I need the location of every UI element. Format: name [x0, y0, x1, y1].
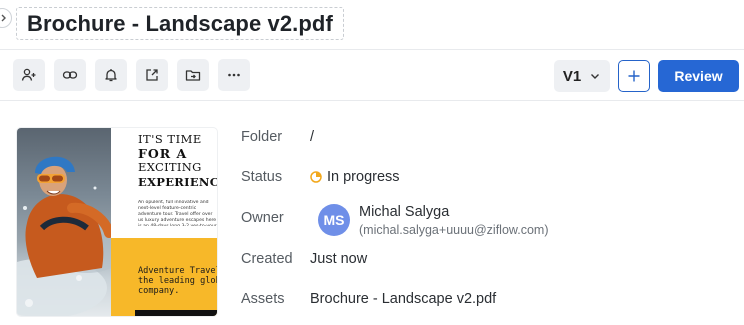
folder-move-icon — [185, 70, 201, 81]
copy-link-button[interactable] — [54, 59, 86, 91]
file-thumbnail[interactable]: IT'S TIME FOR A EXCITING EXPERIENCE An o… — [17, 128, 217, 316]
plus-icon — [628, 70, 640, 82]
detail-row-status: Status In progress — [241, 169, 400, 185]
thumbnail-heading-line: IT'S TIME — [138, 132, 202, 146]
owner-label: Owner — [241, 210, 284, 226]
add-user-icon — [21, 68, 36, 81]
link-icon — [62, 71, 78, 79]
thumbnail-tagline-line: company. — [138, 286, 180, 296]
created-value: Just now — [310, 251, 368, 267]
version-select[interactable]: V1 — [554, 60, 610, 92]
status-value: In progress — [310, 169, 400, 185]
thumbnail-heading-line: EXCITING — [138, 160, 202, 174]
add-version-button[interactable] — [618, 60, 650, 92]
thumbnail-heading-line: EXPERIENCE — [138, 174, 217, 189]
header-divider — [0, 49, 744, 50]
chevron-right-icon — [1, 14, 6, 22]
thumbnail-heading-line: FOR A — [138, 145, 188, 161]
version-label: V1 — [562, 67, 582, 85]
folder-label: Folder — [241, 129, 283, 145]
status-label: Status — [241, 169, 283, 185]
review-button[interactable]: Review — [658, 60, 739, 92]
share-icon — [146, 69, 158, 81]
avatar: MS — [318, 204, 350, 236]
detail-row-folder: Folder / — [241, 129, 314, 145]
thumbnail-tagline-line: the leading global tra — [138, 276, 217, 286]
created-label: Created — [241, 251, 293, 267]
detail-row-created: Created Just now — [241, 251, 367, 267]
share-button[interactable] — [136, 59, 168, 91]
collapse-panel-button[interactable] — [0, 8, 12, 28]
detail-row-assets: Assets Brochure - Landscape v2.pdf — [241, 291, 496, 307]
bell-icon — [105, 69, 117, 82]
chevron-down-icon — [591, 74, 600, 79]
assets-label: Assets — [241, 291, 285, 307]
owner-info: Michal Salyga (michal.salyga+uuuu@ziflow… — [359, 204, 549, 238]
more-icon — [228, 73, 240, 77]
assets-value[interactable]: Brochure - Landscape v2.pdf — [310, 291, 496, 307]
toolbar — [13, 59, 250, 91]
owner-email: (michal.salyga+uuuu@ziflow.com) — [359, 223, 549, 237]
thumbnail-photo — [17, 128, 111, 316]
file-title-field[interactable]: Brochure - Landscape v2.pdf — [16, 7, 344, 40]
thumbnail-tagline-line: Adventure Travel is — [138, 266, 217, 276]
thumbnail-bottom-strip — [135, 310, 217, 316]
toolbar-divider — [0, 100, 744, 101]
detail-row-owner: Owner MS Michal Salyga (michal.salyga+uu… — [241, 204, 549, 238]
page-title: Brochure - Landscape v2.pdf — [27, 10, 333, 36]
owner-name: Michal Salyga — [359, 204, 450, 220]
folder-value[interactable]: / — [310, 129, 314, 145]
more-options-button[interactable] — [218, 59, 250, 91]
move-to-folder-button[interactable] — [177, 59, 209, 91]
thumbnail-tagline: Adventure Travel is the leading global t… — [138, 266, 217, 296]
notifications-button[interactable] — [95, 59, 127, 91]
in-progress-icon — [310, 171, 322, 183]
add-user-button[interactable] — [13, 59, 45, 91]
status-text: In progress — [327, 169, 400, 185]
thumbnail-heading: IT'S TIME FOR A EXCITING EXPERIENCE — [138, 132, 217, 189]
thumbnail-body-text: An opulent, full innovative and next-lev… — [138, 200, 217, 226]
